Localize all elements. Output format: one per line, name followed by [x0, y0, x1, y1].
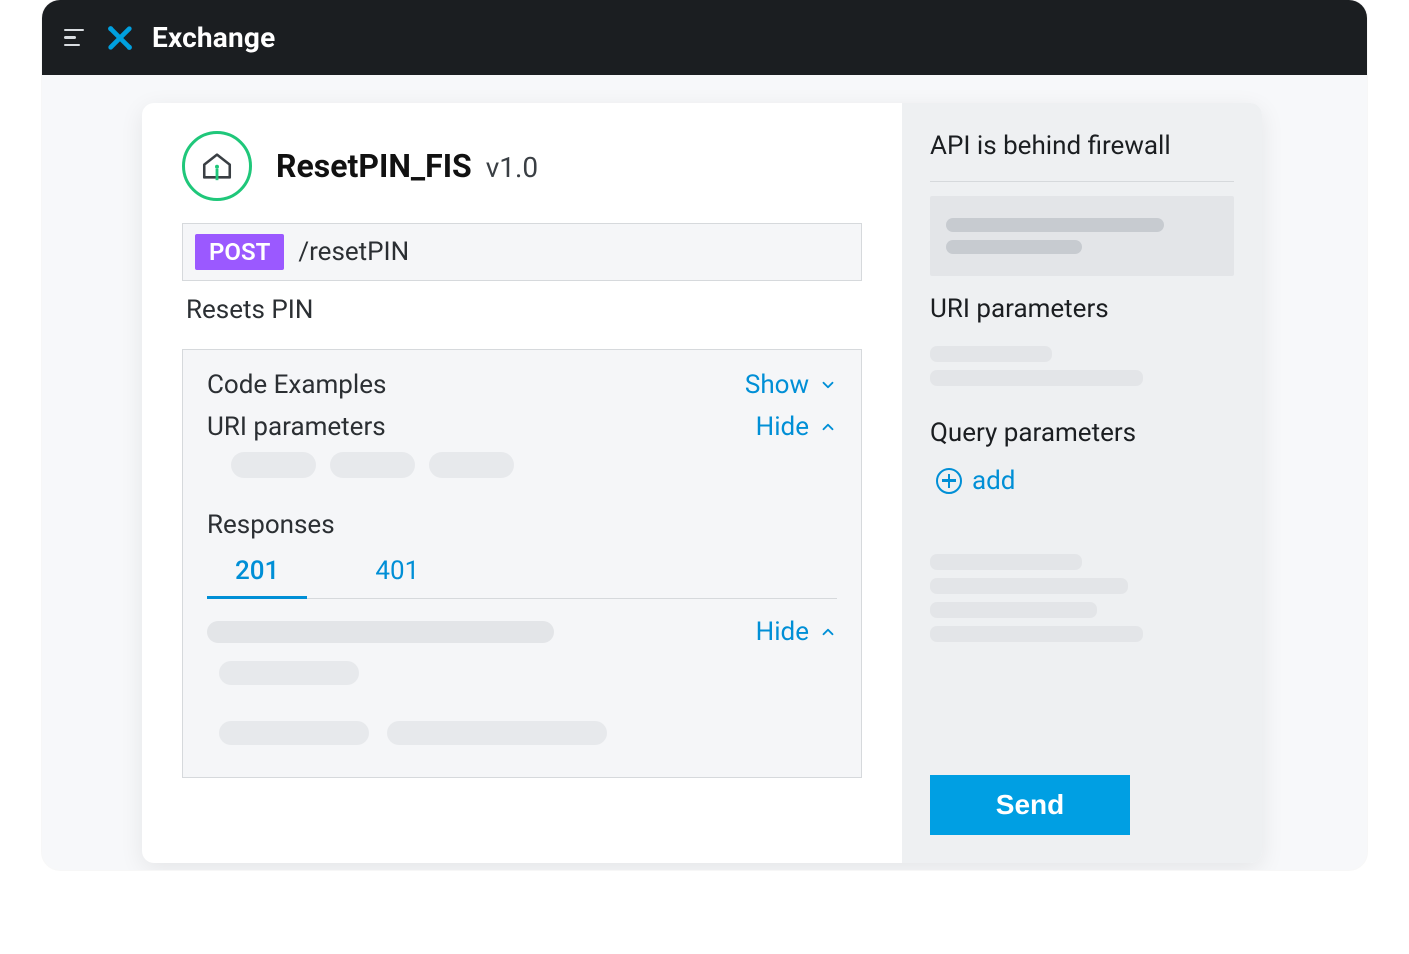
response-body-row: Hide [207, 613, 837, 651]
response-tab-401[interactable]: 401 [347, 550, 447, 599]
responses-label: Responses [207, 510, 335, 540]
placeholder-bar [946, 240, 1082, 254]
app-title: Exchange [152, 21, 275, 54]
code-examples-toggle-text: Show [745, 370, 809, 400]
placeholder-pill [219, 721, 369, 745]
response-tabs: 201 401 [207, 550, 837, 599]
placeholder-bar [930, 346, 1052, 362]
divider [930, 181, 1234, 182]
content-area: ResetPIN_FIS v1.0 POST /resetPIN Resets … [42, 75, 1367, 870]
side-query-params-label: Query parameters [930, 418, 1234, 448]
code-examples-toggle[interactable]: Show [745, 370, 837, 400]
placeholder-pill [387, 721, 607, 745]
side-uri-params-label: URI parameters [930, 294, 1234, 324]
response-tab-201[interactable]: 201 [207, 550, 307, 599]
code-examples-row: Code Examples Show [207, 370, 837, 400]
placeholder-bar [207, 621, 554, 643]
response-body-toggle-text: Hide [756, 617, 809, 647]
response-body-toggle[interactable]: Hide [756, 617, 837, 647]
uri-params-row: URI parameters Hide [207, 412, 837, 442]
uri-params-placeholder [207, 450, 837, 486]
details-panel: Code Examples Show URI parameters Hide [182, 349, 862, 778]
chevron-down-icon [819, 376, 837, 394]
titlebar: Exchange [42, 0, 1367, 75]
side-extra-placeholder [930, 546, 1234, 650]
api-title-row: ResetPIN_FIS v1.0 [276, 147, 538, 185]
endpoint-description: Resets PIN [182, 295, 862, 325]
firewall-placeholder [930, 196, 1234, 276]
placeholder-bar [946, 218, 1164, 232]
plus-circle-icon [936, 468, 962, 494]
placeholder-bar [930, 578, 1128, 594]
uri-params-label: URI parameters [207, 412, 386, 442]
app-window: Exchange ResetPIN_FIS v1.0 [42, 0, 1367, 870]
endpoint-path: /resetPIN [298, 237, 409, 267]
api-version: v1.0 [486, 151, 538, 184]
chevron-up-icon [819, 623, 837, 641]
main-column: ResetPIN_FIS v1.0 POST /resetPIN Resets … [142, 103, 902, 863]
placeholder-pill [231, 452, 316, 478]
placeholder-bar [930, 602, 1097, 618]
http-method-badge: POST [195, 234, 284, 270]
api-header: ResetPIN_FIS v1.0 [182, 131, 862, 201]
firewall-notice: API is behind firewall [930, 131, 1234, 161]
response-body-placeholder [207, 659, 837, 753]
placeholder-bar [930, 554, 1082, 570]
placeholder-pill [429, 452, 514, 478]
placeholder-pill [219, 661, 359, 685]
request-sidebar: API is behind firewall URI parameters Qu… [902, 103, 1262, 863]
chevron-up-icon [819, 418, 837, 436]
code-examples-label: Code Examples [207, 370, 386, 400]
endpoint-box: POST /resetPIN [182, 223, 862, 281]
send-button[interactable]: Send [930, 775, 1130, 835]
exchange-logo-icon [106, 24, 134, 52]
uri-params-toggle[interactable]: Hide [756, 412, 837, 442]
placeholder-bar [930, 370, 1143, 386]
add-query-param-button[interactable]: add [936, 466, 1234, 496]
api-name: ResetPIN_FIS [276, 147, 472, 185]
api-type-icon [182, 131, 252, 201]
add-label: add [972, 466, 1015, 496]
menu-icon[interactable] [64, 26, 88, 50]
api-card: ResetPIN_FIS v1.0 POST /resetPIN Resets … [142, 103, 1262, 863]
placeholder-bar [930, 626, 1143, 642]
side-uri-params-placeholder [930, 338, 1234, 394]
placeholder-pill [330, 452, 415, 478]
uri-params-toggle-text: Hide [756, 412, 809, 442]
responses-row: Responses [207, 510, 837, 540]
